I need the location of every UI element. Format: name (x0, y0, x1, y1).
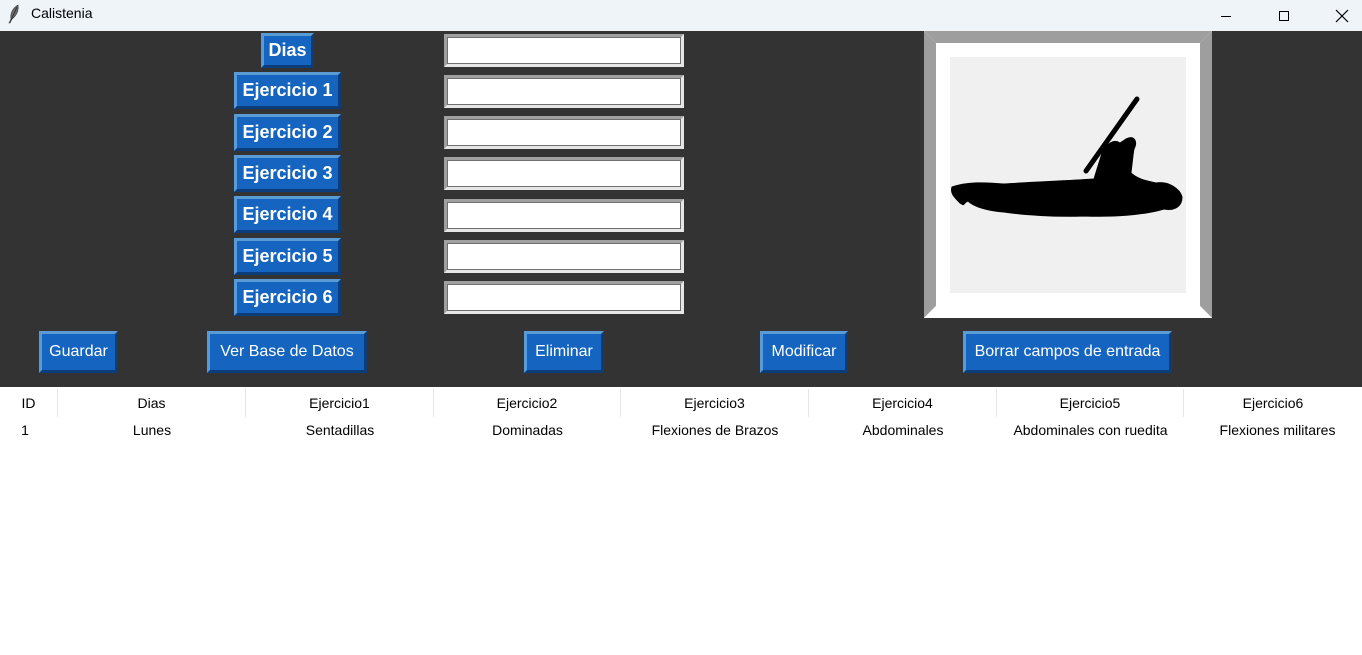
column-header-id[interactable]: ID (0, 389, 58, 417)
ver-base-de-datos-button[interactable]: Ver Base de Datos (207, 331, 367, 373)
dias-field-frame (444, 34, 684, 67)
cell-ejercicio5: Abdominales con ruedita (1013, 422, 1168, 438)
maximize-button[interactable] (1261, 0, 1307, 31)
exercise-image (924, 31, 1212, 318)
ejercicio-5-input[interactable] (447, 243, 681, 270)
ejercicio-1-input[interactable] (447, 78, 681, 105)
ejercicio-6-input[interactable] (447, 284, 681, 311)
label-ejercicio-2: Ejercicio 2 (234, 114, 341, 151)
minimize-button[interactable] (1203, 0, 1249, 31)
column-header-ejercicio1[interactable]: Ejercicio1 (246, 389, 434, 417)
guardar-button[interactable]: Guardar (39, 331, 118, 373)
ejercicio-3-field-frame (444, 157, 684, 190)
eliminar-button[interactable]: Eliminar (524, 331, 604, 373)
label-ejercicio-5: Ejercicio 5 (234, 238, 341, 275)
ejercicio-3-input[interactable] (447, 160, 681, 187)
dias-input[interactable] (447, 37, 681, 64)
window-title: Calistenia (31, 5, 93, 21)
ejercicio-2-field-frame (444, 116, 684, 149)
cell-ejercicio1: Sentadillas (305, 422, 375, 438)
label-ejercicio-1: Ejercicio 1 (234, 72, 341, 109)
label-ejercicio-3: Ejercicio 3 (234, 155, 341, 192)
column-header-ejercicio3[interactable]: Ejercicio3 (621, 389, 809, 417)
label-ejercicio-4: Ejercicio 4 (234, 196, 341, 233)
label-dias: Dias (261, 33, 314, 68)
modificar-button[interactable]: Modificar (760, 331, 848, 373)
title-bar: Calistenia (0, 0, 1362, 31)
table-header: ID Dias Ejercicio1 Ejercicio2 Ejercicio3… (0, 389, 1362, 417)
minimize-icon (1221, 15, 1231, 17)
maximize-icon (1279, 10, 1289, 21)
feather-icon (8, 4, 19, 24)
ejercicio-1-field-frame (444, 75, 684, 108)
borrar-campos-button[interactable]: Borrar campos de entrada (963, 331, 1172, 373)
column-header-ejercicio6[interactable]: Ejercicio6 (1184, 389, 1362, 417)
cell-dias: Lunes (132, 422, 172, 438)
close-button[interactable] (1319, 0, 1362, 31)
data-table[interactable]: ID Dias Ejercicio1 Ejercicio2 Ejercicio3… (0, 387, 1362, 655)
form-panel: Dias Ejercicio 1 Ejercicio 2 Ejercicio 3… (0, 31, 1362, 387)
ejercicio-2-input[interactable] (447, 119, 681, 146)
ejercicio-4-input[interactable] (447, 202, 681, 229)
cell-id: 1 (21, 422, 29, 438)
cell-ejercicio4: Abdominales (862, 422, 944, 438)
ejercicio-4-field-frame (444, 199, 684, 232)
column-header-ejercicio5[interactable]: Ejercicio5 (997, 389, 1184, 417)
column-header-ejercicio2[interactable]: Ejercicio2 (434, 389, 621, 417)
label-ejercicio-6: Ejercicio 6 (234, 279, 341, 316)
column-header-ejercicio4[interactable]: Ejercicio4 (809, 389, 997, 417)
column-header-dias[interactable]: Dias (58, 389, 246, 417)
ejercicio-6-field-frame (444, 281, 684, 314)
cell-ejercicio2: Dominadas (492, 422, 563, 438)
app-window: Calistenia Dias Ejercicio 1 Ejercicio 2 … (0, 0, 1362, 655)
cell-ejercicio3: Flexiones de Brazos (651, 422, 779, 438)
table-row[interactable]: 1 Lunes Sentadillas Dominadas Flexiones … (0, 416, 1362, 444)
ejercicio-5-field-frame (444, 240, 684, 273)
close-icon (1335, 9, 1349, 22)
cell-ejercicio6: Flexiones militares (1219, 422, 1336, 438)
